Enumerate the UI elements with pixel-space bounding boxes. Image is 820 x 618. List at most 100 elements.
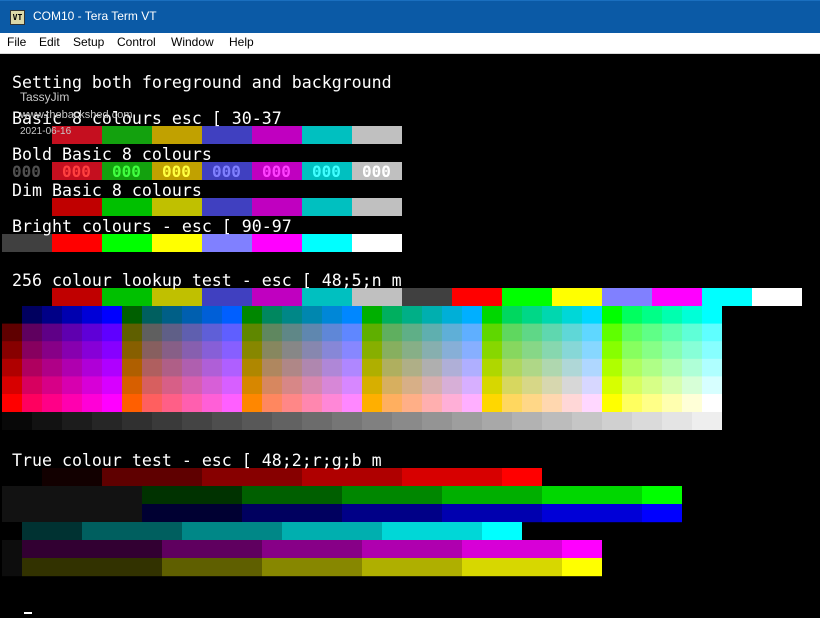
true-colour-step: [82, 522, 182, 541]
colour-cube-cell: [22, 341, 42, 360]
colour-cube-cell: [662, 341, 682, 360]
colour-cube-cell: [302, 306, 322, 325]
grayscale-swatch: [482, 412, 512, 430]
basic-colour-swatch: [202, 126, 252, 144]
colour-cube-cell: [502, 394, 522, 413]
colour-cube-cell: [182, 306, 202, 325]
colour-cube-cell: [442, 341, 462, 360]
grayscale-swatch: [212, 412, 242, 430]
colour-cube-cell: [482, 394, 502, 413]
colour-cube-cell: [442, 376, 462, 395]
menu-bar: File Edit Setup Control Window Help: [0, 33, 820, 54]
basic-colour-swatch: [302, 126, 352, 144]
colour-cube-cell: [42, 394, 62, 413]
colour-cube-cell: [462, 376, 482, 395]
colour-cube-cell: [522, 394, 542, 413]
dim-colour-swatch: [202, 198, 252, 216]
true-colour-step: [442, 486, 542, 505]
terminal-screen[interactable]: Setting both foreground and background B…: [0, 54, 820, 614]
colour-cube-cell: [282, 376, 302, 395]
true-colour-step: [382, 522, 482, 541]
dim-colour-swatch: [2, 198, 52, 216]
grayscale-swatch: [272, 412, 302, 430]
menu-setup[interactable]: Setup: [73, 35, 104, 49]
colour-cube-cell: [362, 306, 382, 325]
colour-cube-cell: [622, 376, 642, 395]
colour-cube-cell: [662, 376, 682, 395]
menu-window[interactable]: Window: [171, 35, 214, 49]
true-colour-step: [142, 486, 242, 505]
colour-cube-cell: [582, 341, 602, 360]
grayscale-swatch: [32, 412, 62, 430]
colour-cube-cell: [102, 358, 122, 377]
title-bar[interactable]: VT COM10 - Tera Term VT: [0, 0, 820, 34]
menu-control[interactable]: Control: [117, 35, 156, 49]
dim-colour-swatch: [152, 198, 202, 216]
colour-cube-cell: [82, 376, 102, 395]
menu-help[interactable]: Help: [229, 35, 254, 49]
true-colour-step: [642, 486, 682, 505]
colour-cube-cell: [262, 323, 282, 342]
colour-cube-cell: [242, 341, 262, 360]
colour-cube-cell: [422, 394, 442, 413]
colour-cube-cell: [42, 358, 62, 377]
true-colour-step: [282, 522, 382, 541]
lookup-colour-swatch: [102, 288, 152, 306]
colour-cube-cell: [462, 394, 482, 413]
terminal-app-icon[interactable]: VT: [10, 10, 25, 25]
colour-cube-cell: [162, 341, 182, 360]
true-colour-step: [2, 486, 142, 505]
bright-colour-swatch: [2, 234, 52, 252]
colour-cube-cell: [662, 358, 682, 377]
colour-cube-cell: [702, 358, 722, 377]
true-colour-step: [362, 540, 462, 559]
grayscale-swatch: [542, 412, 572, 430]
colour-cube-cell: [42, 323, 62, 342]
colour-cube-cell: [382, 306, 402, 325]
grayscale-swatch: [2, 412, 32, 430]
true-colour-step: [22, 522, 82, 541]
colour-cube-cell: [42, 376, 62, 395]
colour-cube-cell: [502, 358, 522, 377]
menu-edit[interactable]: Edit: [39, 35, 60, 49]
basic-colour-swatch: [102, 126, 152, 144]
true-colour-step: [42, 468, 102, 487]
terminal-line: Bright colours - esc [ 90-97: [12, 217, 292, 236]
colour-cube-cell: [162, 394, 182, 413]
grayscale-swatch: [122, 412, 152, 430]
colour-cube-cell: [282, 394, 302, 413]
colour-cube-cell: [22, 323, 42, 342]
colour-cube-cell: [362, 358, 382, 377]
colour-cube-cell: [342, 358, 362, 377]
colour-cube-cell: [382, 376, 402, 395]
colour-cube-cell: [582, 323, 602, 342]
colour-cube-cell: [182, 323, 202, 342]
colour-cube-cell: [282, 323, 302, 342]
true-colour-step: [462, 540, 562, 559]
colour-cube-cell: [22, 306, 42, 325]
dim-colour-swatch: [352, 198, 402, 216]
grayscale-swatch: [452, 412, 482, 430]
menu-file[interactable]: File: [7, 35, 26, 49]
colour-cube-cell: [242, 306, 262, 325]
colour-cube-cell: [142, 323, 162, 342]
true-colour-step: [262, 558, 362, 577]
true-colour-step: [2, 558, 22, 577]
true-colour-step: [542, 504, 642, 523]
colour-cube-cell: [402, 358, 422, 377]
colour-cube-cell: [122, 358, 142, 377]
colour-cube-cell: [82, 394, 102, 413]
colour-cube-cell: [542, 376, 562, 395]
colour-cube-cell: [242, 323, 262, 342]
colour-cube-cell: [522, 358, 542, 377]
true-colour-step: [502, 468, 542, 487]
colour-cube-cell: [522, 306, 542, 325]
colour-cube-cell: [462, 341, 482, 360]
colour-cube-cell: [482, 376, 502, 395]
bright-colour-swatch: [52, 234, 102, 252]
colour-cube-cell: [262, 341, 282, 360]
colour-cube-cell: [42, 341, 62, 360]
colour-cube-cell: [642, 394, 662, 413]
true-colour-step: [262, 540, 362, 559]
colour-cube-cell: [142, 306, 162, 325]
